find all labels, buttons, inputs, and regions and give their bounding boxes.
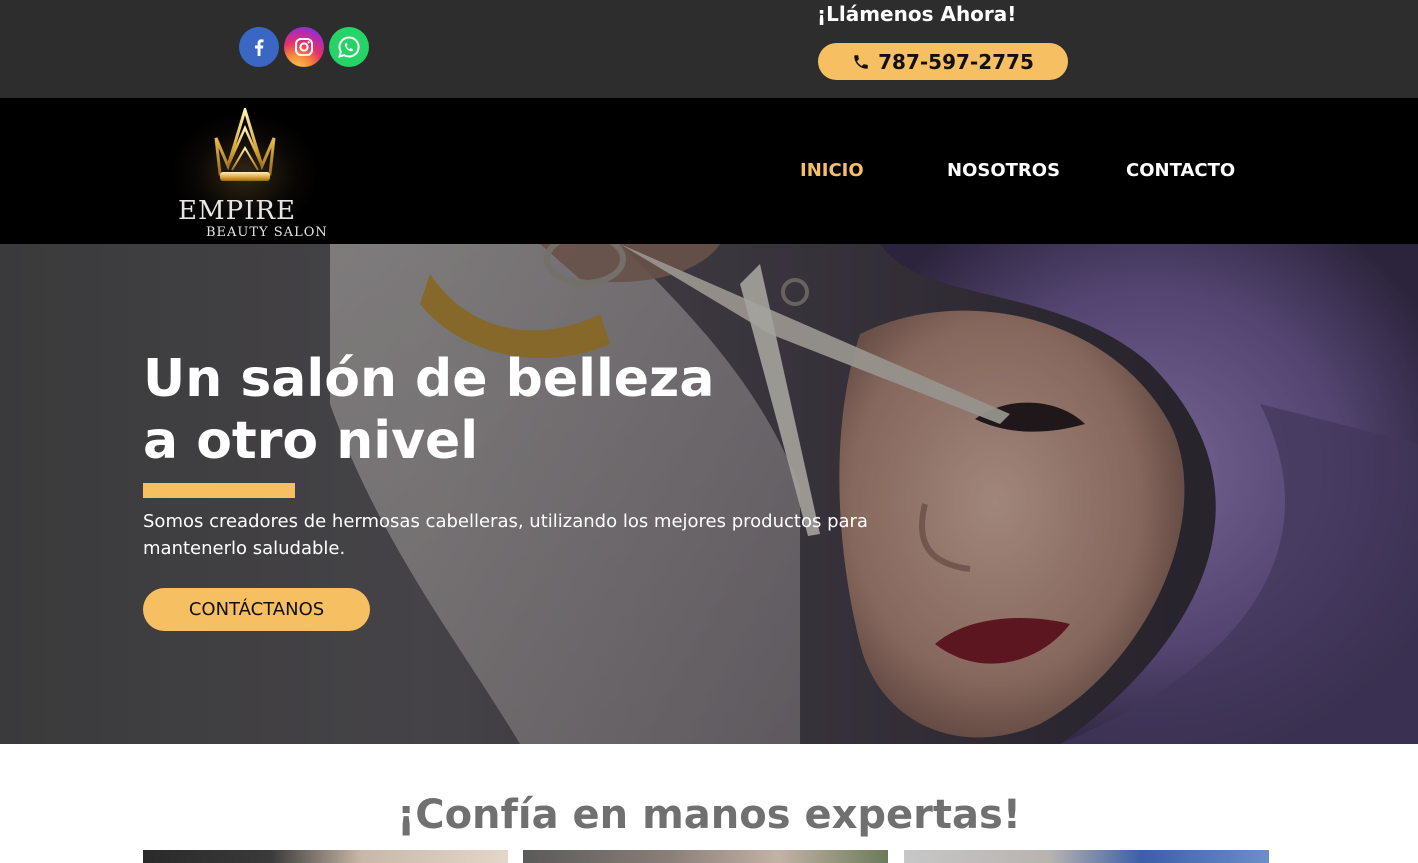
gallery-card-3[interactable] xyxy=(904,850,1269,863)
call-title: ¡Llámenos Ahora! xyxy=(817,2,1017,26)
gallery-card-2[interactable] xyxy=(523,850,888,863)
nav-item-contacto[interactable]: CONTACTO xyxy=(1126,160,1235,181)
phone-icon xyxy=(854,54,868,69)
facebook-icon[interactable] xyxy=(239,27,279,67)
whatsapp-icon[interactable] xyxy=(329,27,369,67)
phone-number: 787-597-2775 xyxy=(878,49,1034,74)
contact-cta-button[interactable]: CONTÁCTANOS xyxy=(143,588,370,631)
hero-description: Somos creadores de hermosas cabelleras, … xyxy=(143,511,868,559)
hero-accent-rule xyxy=(143,483,295,498)
section-title: ¡Confía en manos expertas! xyxy=(396,792,1022,838)
site-logo[interactable]: EMPIRE BEAUTY SALON xyxy=(160,106,330,240)
crown-icon xyxy=(214,108,276,181)
gallery-card-1[interactable] xyxy=(143,850,508,863)
phone-button[interactable]: 787-597-2775 xyxy=(818,43,1068,80)
instagram-icon[interactable] xyxy=(284,27,324,67)
hero-section: Un salón de belleza a otro nivel Somos c… xyxy=(0,244,1418,744)
hero-title: Un salón de belleza a otro nivel xyxy=(143,348,714,472)
social-links xyxy=(239,27,369,67)
nav-item-nosotros[interactable]: NOSOTROS xyxy=(947,160,1060,181)
main-navigation: EMPIRE BEAUTY SALON INICIO NOSOTROS CONT… xyxy=(0,98,1418,244)
logo-subtitle: BEAUTY SALON xyxy=(206,225,328,240)
top-bar: ¡Llámenos Ahora! 787-597-2775 xyxy=(0,0,1418,98)
logo-name: EMPIRE xyxy=(178,196,296,226)
hero-title-line-2: a otro nivel xyxy=(143,411,479,471)
hero-title-line-1: Un salón de belleza xyxy=(143,349,715,409)
nav-item-inicio[interactable]: INICIO xyxy=(800,160,864,181)
